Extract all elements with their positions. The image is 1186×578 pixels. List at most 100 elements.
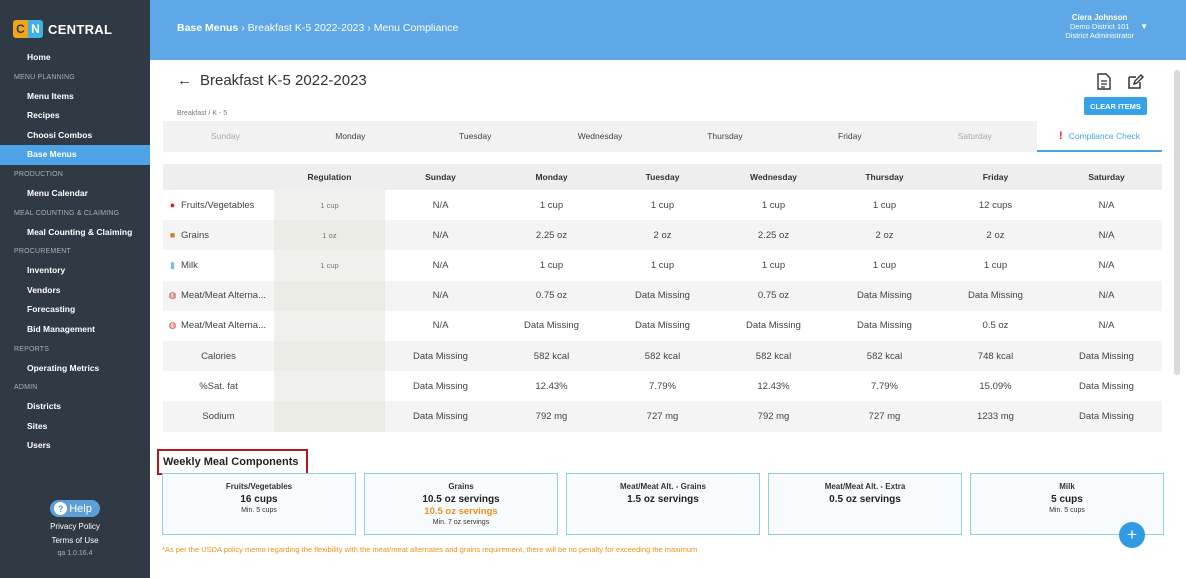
sidebar-item-inventory[interactable]: Inventory	[0, 261, 150, 281]
column-header: Sunday	[385, 164, 496, 190]
regulation-cell: 1 cup	[274, 190, 385, 221]
back-arrow-icon[interactable]: ←	[177, 72, 192, 89]
table-cell: 15.09%	[979, 380, 1012, 392]
sidebar-item-forecasting[interactable]: Forecasting	[0, 300, 150, 320]
table-cell: 12.43%	[757, 380, 790, 392]
tab-monday[interactable]: Monday	[288, 121, 413, 152]
weekly-card-meat-meat-alt-extra: Meat/Meat Alt. - Extra 0.5 oz servings	[768, 473, 962, 535]
tab-saturday[interactable]: Saturday	[912, 121, 1037, 152]
meat-icon: ◍	[168, 320, 177, 331]
document-icon[interactable]	[1096, 73, 1112, 91]
table-cell: N/A	[1051, 280, 1162, 311]
tab-label: Friday	[838, 131, 862, 141]
tab-wednesday[interactable]: Wednesday	[538, 121, 663, 152]
tab-thursday[interactable]: Thursday	[663, 121, 788, 152]
terms-of-use-link[interactable]: Terms of Use	[0, 536, 150, 545]
row-label-cell: ◍ Meat/Meat Alterna...	[163, 280, 274, 311]
sidebar-section-production: PRODUCTION	[14, 170, 64, 178]
table-cell: Data Missing	[413, 380, 468, 392]
sidebar-section-reports: REPORTS	[14, 345, 50, 353]
table-cell: 792 mg	[496, 401, 607, 432]
regulation-cell: 1 oz	[274, 220, 385, 251]
table-cell: 582 kcal	[496, 340, 607, 372]
help-button[interactable]: ? Help	[50, 500, 100, 517]
clear-items-button[interactable]: CLEAR ITEMS	[1084, 97, 1147, 115]
tab-friday[interactable]: Friday	[787, 121, 912, 152]
table-cell: N/A	[385, 280, 496, 311]
sidebar-item-menu-items[interactable]: Menu Items	[0, 87, 150, 107]
tab-label: Saturday	[957, 131, 992, 141]
table-header-row: Regulation Sunday Monday Tuesday Wednesday Th…	[163, 164, 1162, 190]
breadcrumb-base-menus[interactable]: Base Menus	[177, 22, 238, 34]
sidebar-item-districts[interactable]: Districts	[0, 397, 150, 417]
add-button[interactable]: +	[1119, 522, 1145, 548]
row-label-cell: Calories	[163, 340, 274, 372]
row-label-cell: ▮ Milk	[163, 250, 274, 280]
regulation-cell	[274, 371, 385, 402]
table-cell: 748 kcal	[940, 340, 1051, 372]
usda-footnote: *As per the USDA policy memo regarding t…	[162, 545, 698, 554]
sidebar-item-sites[interactable]: Sites	[0, 417, 150, 437]
tab-sunday[interactable]: Sunday	[163, 121, 288, 152]
card-title: Fruits/Vegetables	[225, 482, 293, 491]
table-cell: 1 cup	[539, 199, 564, 211]
weekly-card-grains: Grains 10.5 oz servings 10.5 oz servings Mi…	[364, 473, 558, 535]
sidebar-item-menu-calendar[interactable]: Menu Calendar	[0, 184, 150, 204]
table-cell: Data Missing	[385, 340, 496, 372]
row-label-cell: ◍ Meat/Meat Alterna...	[163, 311, 274, 341]
sidebar-item-bid-management[interactable]: Bid Management	[0, 320, 150, 340]
milk-icon: ▮	[170, 259, 175, 270]
table-cell: Data Missing	[1051, 340, 1162, 372]
page-title: ← Breakfast K-5 2022-2023	[177, 72, 367, 89]
logo[interactable]: C N CENTRAL	[0, 0, 150, 44]
card-title: Grains	[448, 482, 474, 491]
sidebar-item-base-menus[interactable]: Base Menus	[0, 145, 150, 165]
table-cell: 1 cup	[872, 259, 897, 271]
row-label: Fruits/Vegetables	[181, 199, 255, 211]
card-value: 16 cups	[240, 494, 278, 505]
breadcrumb-menu[interactable]: Breakfast K-5 2022-2023	[248, 22, 365, 34]
regulation-cell	[274, 280, 385, 311]
sidebar-item-recipes[interactable]: Recipes	[0, 106, 150, 126]
sidebar-item-vendors[interactable]: Vendors	[0, 281, 150, 301]
apple-icon: ●	[169, 199, 176, 210]
top-header: Base Menus › Breakfast K-5 2022-2023 › M…	[150, 0, 1186, 60]
scrollbar[interactable]	[1174, 70, 1180, 375]
row-label: Calories	[201, 350, 236, 362]
sidebar-nav: Home MENU PLANNING Menu Items Recipes Choos…	[0, 48, 150, 456]
card-title: Meat/Meat Alt. - Extra	[824, 482, 906, 491]
sidebar-item-meal-counting-claiming[interactable]: Meal Counting & Claiming	[0, 223, 150, 243]
card-value: 10.5 oz servings	[422, 494, 500, 505]
logo-c: C	[13, 20, 28, 38]
logo-badge: C N	[13, 20, 43, 38]
sidebar-item-home[interactable]: Home	[0, 48, 150, 68]
sidebar-item-users[interactable]: Users	[0, 436, 150, 456]
regulation-cell	[274, 401, 385, 432]
caret-down-icon[interactable]: ▼	[1140, 22, 1148, 31]
tab-tuesday[interactable]: Tuesday	[413, 121, 538, 152]
breadcrumb-separator: ›	[367, 22, 371, 34]
column-header: Regulation	[274, 164, 385, 190]
row-label: %Sat. fat	[199, 380, 238, 392]
table-cell: N/A	[1051, 220, 1162, 251]
table-row: %Sat. fat Data Missing 12.43% 7.79% 12.43% 7.…	[163, 371, 1162, 402]
table-cell: Data Missing	[385, 401, 496, 432]
edit-icon[interactable]	[1127, 73, 1144, 91]
sidebar-item-operating-metrics[interactable]: Operating Metrics	[0, 359, 150, 379]
user-menu[interactable]: Ciera Johnson Demo District 101 District…	[1065, 13, 1134, 40]
breadcrumb-separator: ›	[241, 22, 245, 34]
regulation-cell: 1 cup	[274, 250, 385, 281]
table-row: Calories Data Missing 582 kcal 582 kcal 582 …	[163, 340, 1162, 372]
weekly-card-fruits-vegetables: Fruits/Vegetables 16 cups Min. 5 cups	[162, 473, 356, 535]
column-header: Monday	[496, 164, 607, 190]
table-cell: Data Missing	[524, 320, 579, 332]
table-cell: Data Missing	[829, 280, 940, 311]
tab-compliance-check[interactable]: ! Compliance Check	[1037, 121, 1162, 152]
table-cell: Data Missing	[1051, 401, 1162, 432]
sidebar-item-choosi-combos[interactable]: Choosi Combos	[0, 126, 150, 146]
table-cell: Data Missing	[857, 320, 912, 332]
card-value: 0.5 oz servings	[829, 494, 901, 505]
privacy-policy-link[interactable]: Privacy Policy	[0, 522, 150, 531]
row-label-cell: ● Fruits/Vegetables	[163, 190, 274, 220]
table-cell: 2.25 oz	[718, 220, 829, 251]
